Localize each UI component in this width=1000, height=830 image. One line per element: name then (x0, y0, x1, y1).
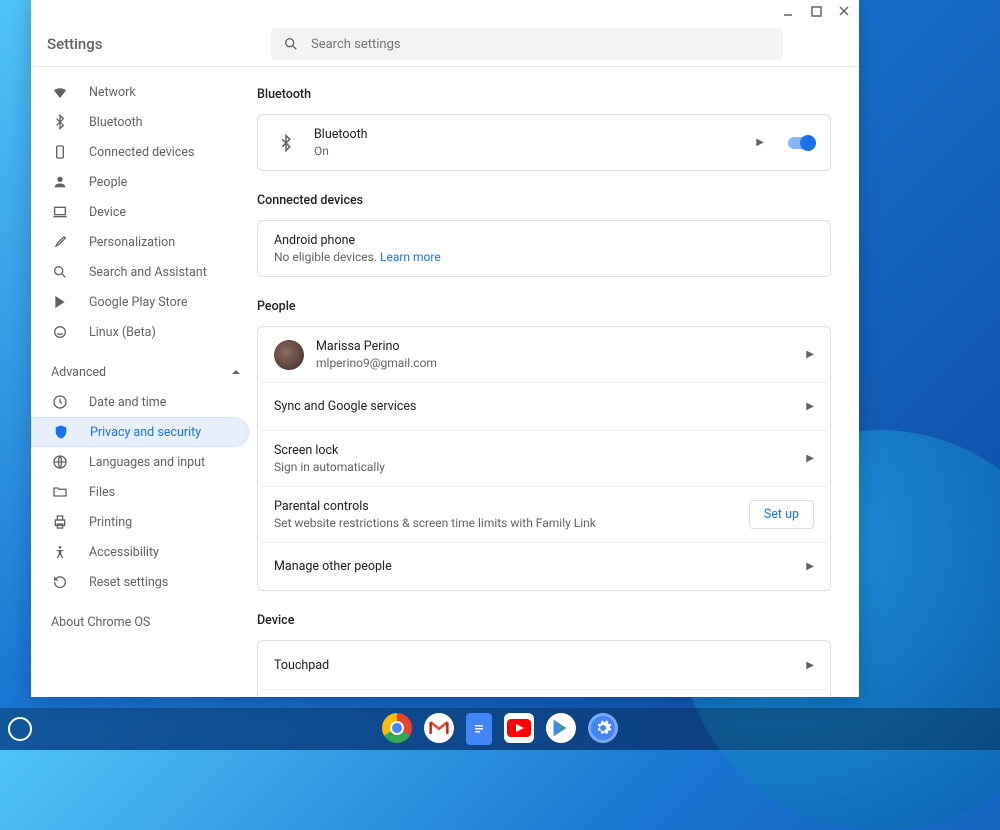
folder-icon (51, 483, 69, 501)
sidebar: Network Bluetooth Connected devices Peop… (31, 67, 257, 697)
person-icon (51, 173, 69, 191)
search-icon (283, 36, 299, 52)
devices-icon (51, 143, 69, 161)
screen-lock-row[interactable]: Screen lock Sign in automatically ▶ (258, 430, 830, 486)
chevron-right-icon: ▶ (806, 401, 814, 412)
settings-icon[interactable] (588, 713, 618, 743)
bluetooth-toggle[interactable] (788, 137, 814, 149)
learn-more-link[interactable]: Learn more (380, 250, 441, 264)
youtube-icon[interactable] (504, 713, 534, 743)
play-store-icon[interactable] (546, 713, 576, 743)
launcher-button[interactable] (8, 717, 32, 741)
bluetooth-icon (274, 134, 298, 152)
chevron-right-icon: ▶ (806, 453, 814, 464)
print-icon (51, 513, 69, 531)
maximize-button[interactable] (809, 4, 823, 18)
sync-row[interactable]: Sync and Google services ▶ (258, 382, 830, 430)
wifi-icon (51, 83, 69, 101)
sidebar-item-files[interactable]: Files (31, 477, 249, 507)
device-card: Touchpad▶ Keyboard▶ Stylus▶ (257, 640, 831, 697)
sidebar-item-play-store[interactable]: Google Play Store (31, 287, 249, 317)
section-title-people: People (257, 299, 831, 314)
sidebar-advanced-toggle[interactable]: Advanced (31, 357, 257, 387)
brush-icon (51, 233, 69, 251)
sidebar-item-bluetooth[interactable]: Bluetooth (31, 107, 249, 137)
sidebar-item-reset[interactable]: Reset settings (31, 567, 249, 597)
bluetooth-card: Bluetooth On ▶ (257, 114, 831, 171)
laptop-icon (51, 203, 69, 221)
content-area: Bluetooth Bluetooth On ▶ Connected devic… (257, 67, 859, 697)
chevron-right-icon: ▶ (806, 660, 814, 671)
search-icon (51, 263, 69, 281)
shelf (0, 708, 1000, 750)
chevron-right-icon: ▶ (806, 561, 814, 572)
play-store-icon (51, 293, 69, 311)
section-title-device: Device (257, 613, 831, 628)
parental-controls-row: Parental controls Set website restrictio… (258, 486, 830, 542)
section-title-connected: Connected devices (257, 193, 831, 208)
search-input[interactable] (311, 37, 771, 52)
sidebar-item-connected-devices[interactable]: Connected devices (31, 137, 249, 167)
connected-devices-card: Android phone No eligible devices. Learn… (257, 220, 831, 277)
manage-people-row[interactable]: Manage other people ▶ (258, 542, 830, 590)
account-row[interactable]: Marissa Perino mlperino9@gmail.com ▶ (258, 327, 830, 382)
android-phone-row: Android phone No eligible devices. Learn… (258, 221, 830, 276)
clock-icon (51, 393, 69, 411)
accessibility-icon (51, 543, 69, 561)
avatar (274, 340, 304, 370)
gmail-icon[interactable] (424, 713, 454, 743)
chevron-up-icon (231, 367, 241, 377)
search-box[interactable] (271, 28, 783, 60)
chevron-right-icon: ▶ (806, 349, 814, 360)
sidebar-item-linux[interactable]: Linux (Beta) (31, 317, 249, 347)
titlebar (31, 0, 859, 22)
chevron-right-icon: ▶ (756, 137, 764, 148)
close-button[interactable] (837, 4, 851, 18)
minimize-button[interactable] (781, 4, 795, 18)
linux-icon (51, 323, 69, 341)
sidebar-item-network[interactable]: Network (31, 77, 249, 107)
bluetooth-row[interactable]: Bluetooth On ▶ (258, 115, 830, 170)
setup-button[interactable]: Set up (749, 500, 814, 529)
globe-icon (51, 453, 69, 471)
sidebar-item-about[interactable]: About Chrome OS (31, 607, 249, 637)
docs-icon[interactable] (466, 713, 492, 745)
sidebar-item-people[interactable]: People (31, 167, 249, 197)
sidebar-item-date-time[interactable]: Date and time (31, 387, 249, 417)
sidebar-item-search-assistant[interactable]: Search and Assistant (31, 257, 249, 287)
sidebar-item-languages[interactable]: Languages and input (31, 447, 249, 477)
settings-window: Settings Network Bluetooth Connected dev… (31, 0, 859, 697)
sidebar-item-printing[interactable]: Printing (31, 507, 249, 537)
section-title-bluetooth: Bluetooth (257, 87, 831, 102)
header: Settings (31, 22, 859, 66)
sidebar-item-privacy-security[interactable]: Privacy and security (31, 417, 249, 447)
sidebar-item-personalization[interactable]: Personalization (31, 227, 249, 257)
touchpad-row[interactable]: Touchpad▶ (258, 641, 830, 689)
keyboard-row[interactable]: Keyboard▶ (258, 689, 830, 697)
sidebar-item-device[interactable]: Device (31, 197, 249, 227)
shield-icon (52, 423, 70, 441)
people-card: Marissa Perino mlperino9@gmail.com ▶ Syn… (257, 326, 831, 591)
reset-icon (51, 573, 69, 591)
chrome-icon[interactable] (382, 713, 412, 743)
bluetooth-icon (51, 113, 69, 131)
sidebar-item-accessibility[interactable]: Accessibility (31, 537, 249, 567)
app-title: Settings (47, 35, 103, 53)
